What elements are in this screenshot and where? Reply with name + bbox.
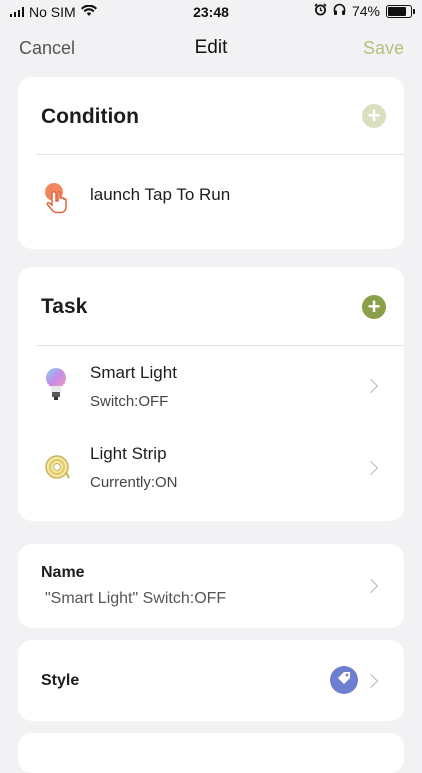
headphones-icon bbox=[333, 3, 346, 19]
condition-title: Condition bbox=[41, 105, 139, 128]
style-card[interactable]: Style bbox=[18, 640, 404, 721]
alarm-icon bbox=[314, 3, 327, 19]
divider bbox=[36, 345, 404, 346]
name-value: "Smart Light" Switch:OFF bbox=[45, 590, 227, 607]
plus-circle-icon: + bbox=[367, 103, 381, 128]
page-title: Edit bbox=[194, 37, 228, 58]
status-bar: No SIM 23:48 74% bbox=[0, 0, 422, 24]
status-right: 74% bbox=[314, 3, 415, 19]
nav-bar: Cancel Edit Save bbox=[0, 32, 422, 64]
light-strip-icon bbox=[44, 454, 70, 485]
condition-item-label: launch Tap To Run bbox=[90, 185, 231, 204]
condition-card: Condition + launch Tap To Run bbox=[18, 77, 404, 249]
name-label: Name bbox=[41, 564, 85, 581]
battery-icon bbox=[386, 4, 415, 18]
tap-hand-icon bbox=[43, 181, 69, 220]
save-button[interactable]: Save bbox=[363, 38, 404, 59]
tag-icon bbox=[336, 670, 352, 691]
task-item-smart-light[interactable]: Smart Light Switch:OFF bbox=[18, 347, 404, 427]
battery-percent: 74% bbox=[351, 3, 380, 19]
task-item-title: Light Strip bbox=[90, 444, 167, 463]
name-card[interactable]: Name "Smart Light" Switch:OFF bbox=[18, 544, 404, 628]
style-badge bbox=[330, 666, 358, 694]
chevron-right-icon bbox=[363, 673, 379, 689]
task-item-subtitle: Currently:ON bbox=[90, 474, 178, 491]
task-item-light-strip[interactable]: Light Strip Currently:ON bbox=[18, 429, 404, 509]
style-label: Style bbox=[41, 672, 80, 689]
bulb-icon bbox=[45, 367, 67, 408]
add-task-button[interactable]: + bbox=[362, 295, 386, 319]
chevron-right-icon bbox=[363, 578, 379, 594]
plus-circle-icon: + bbox=[367, 294, 381, 319]
chevron-right-icon bbox=[363, 378, 379, 394]
chevron-right-icon bbox=[363, 460, 379, 476]
add-condition-button[interactable]: + bbox=[362, 104, 386, 128]
task-title: Task bbox=[41, 295, 88, 318]
task-item-subtitle: Switch:OFF bbox=[90, 393, 169, 410]
task-card: Task + Smart Light Switch:OFF Light Stri… bbox=[18, 267, 404, 521]
task-item-title: Smart Light bbox=[90, 363, 177, 382]
next-card bbox=[18, 733, 404, 773]
condition-item[interactable]: launch Tap To Run bbox=[18, 155, 404, 245]
